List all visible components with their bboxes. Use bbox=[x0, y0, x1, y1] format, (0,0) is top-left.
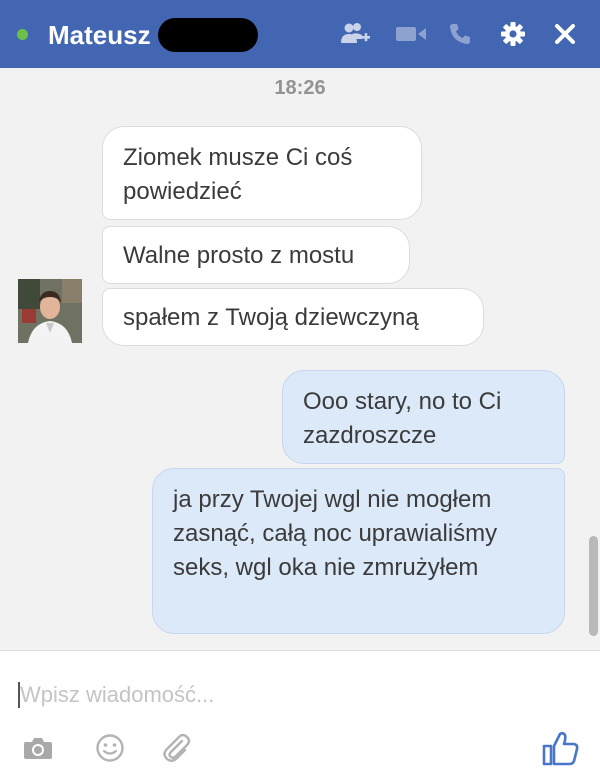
attach-icon[interactable] bbox=[156, 728, 196, 768]
video-call-icon[interactable] bbox=[390, 16, 432, 52]
contact-name[interactable]: Mateusz bbox=[48, 18, 151, 52]
chat-scrollbar[interactable] bbox=[589, 536, 598, 636]
online-status-dot bbox=[17, 29, 28, 40]
message-timestamp: 18:26 bbox=[274, 77, 326, 99]
camera-icon[interactable] bbox=[18, 728, 58, 768]
incoming-message[interactable]: Walne prosto z mostu bbox=[102, 226, 410, 284]
close-icon[interactable] bbox=[548, 16, 582, 52]
outgoing-message[interactable]: Ooo stary, no to Ci zazdroszcze bbox=[282, 370, 565, 464]
incoming-message[interactable]: spałem z Twoją dziewczyną bbox=[102, 288, 484, 346]
name-redaction bbox=[158, 18, 258, 52]
chat-header: Mateusz bbox=[0, 0, 600, 68]
gear-icon[interactable] bbox=[496, 16, 530, 52]
emoji-icon[interactable] bbox=[90, 728, 130, 768]
like-icon[interactable] bbox=[538, 728, 584, 768]
incoming-message[interactable]: Ziomek musze Ci coś powiedzieć bbox=[102, 126, 422, 220]
outgoing-message[interactable]: ja przy Twojej wgl nie mogłem zasnąć, ca… bbox=[152, 468, 565, 634]
message-input[interactable] bbox=[20, 678, 540, 712]
add-friend-icon[interactable] bbox=[336, 16, 376, 52]
phone-call-icon[interactable] bbox=[445, 16, 475, 52]
contact-avatar[interactable] bbox=[18, 279, 82, 343]
